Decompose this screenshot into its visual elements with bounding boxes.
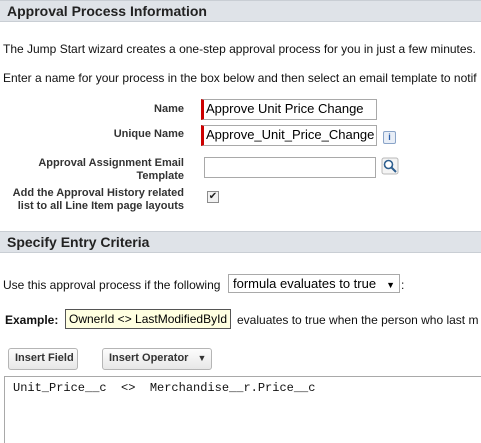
approval-history-label: Add the Approval History related list to… — [12, 187, 184, 212]
example-formula: OwnerId <> LastModifiedById — [65, 309, 232, 329]
name-label: Name — [154, 103, 184, 115]
use-process-text: Use this approval process if the followi… — [3, 278, 221, 292]
colon-text: : — [401, 278, 405, 292]
chevron-down-icon: ▼ — [386, 280, 395, 290]
instruction-text: Enter a name for your process in the box… — [3, 71, 477, 85]
unique-name-input[interactable]: Approve_Unit_Price_Change — [201, 125, 377, 146]
intro-text: The Jump Start wizard creates a one-step… — [3, 42, 476, 56]
lookup-icon[interactable] — [381, 157, 399, 175]
info-icon[interactable]: i — [383, 131, 396, 144]
criteria-select-value: formula evaluates to true — [233, 276, 377, 291]
entry-criteria-header: Specify Entry Criteria — [0, 231, 481, 253]
name-input[interactable]: Approve Unit Price Change — [201, 99, 377, 120]
insert-operator-label: Insert Operator — [109, 352, 189, 364]
email-template-input[interactable] — [204, 157, 376, 178]
criteria-select[interactable]: formula evaluates to true ▼ — [228, 274, 400, 293]
approval-process-info-header: Approval Process Information — [0, 0, 481, 22]
unique-name-label: Unique Name — [113, 128, 184, 140]
approval-history-checkbox[interactable]: ✔ — [207, 191, 219, 203]
email-template-label: Approval Assignment Email Template — [38, 157, 184, 182]
insert-operator-button[interactable]: Insert Operator ▼ — [102, 348, 212, 370]
formula-editor[interactable]: Unit_Price__c <> Merchandise__r.Price__c — [4, 376, 481, 443]
example-label: Example: — [5, 313, 59, 327]
example-description: evaluates to true when the person who la… — [237, 313, 479, 327]
insert-field-button[interactable]: Insert Field — [8, 348, 78, 370]
chevron-down-icon: ▼ — [197, 353, 207, 363]
